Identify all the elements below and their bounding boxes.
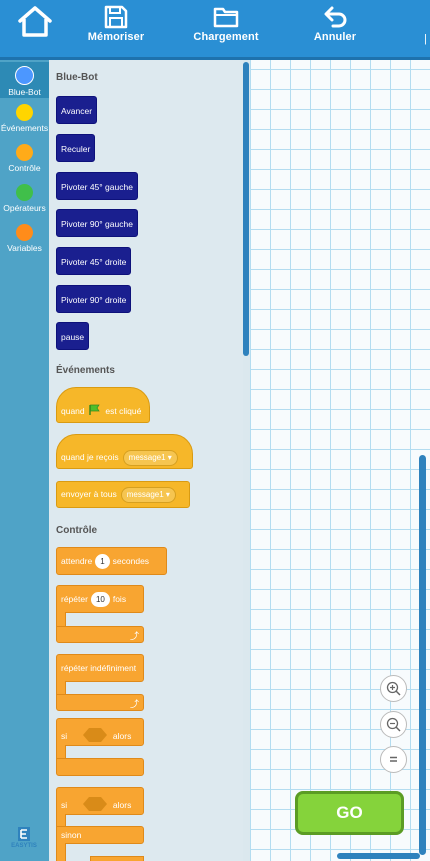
category-dot-icon [15, 66, 34, 85]
block-when-flag-clicked[interactable]: quand est cliqué [56, 387, 150, 423]
green-flag-icon [89, 404, 100, 415]
dropdown-value: message1 [126, 490, 164, 499]
category-dot-icon [16, 224, 33, 241]
forever-bottom: ⤴ [56, 694, 144, 711]
block-forward[interactable]: Avancer [56, 96, 98, 124]
block-text: alors [112, 731, 132, 741]
block-text: fois [112, 594, 127, 604]
block-text: quand je reçois [61, 452, 119, 462]
if-else-arm [56, 843, 66, 861]
message-dropdown[interactable]: message1 ▾ [120, 487, 176, 503]
block-text: si [61, 731, 68, 741]
go-button[interactable]: GO [295, 791, 404, 835]
section-title-control: Contrôle [56, 525, 98, 536]
save-icon [104, 5, 128, 29]
category-sidebar: Blue-Bot Événements Contrôle Opérateurs … [0, 60, 49, 861]
block-turn-left-45[interactable]: Pivoter 45° gauche [56, 172, 138, 200]
category-operators[interactable]: Opérateurs [0, 184, 49, 213]
section-title-events: Événements [56, 365, 115, 376]
load-label: Chargement [193, 31, 259, 43]
undo-button[interactable]: Annuler [310, 0, 360, 57]
logo-icon [18, 827, 30, 841]
top-toolbar: Mémoriser Chargement Annuler | [0, 0, 430, 60]
block-wait[interactable]: attendre 1 secondes [56, 547, 167, 575]
zoom-in-icon [386, 681, 401, 696]
block-forever[interactable]: répéter indéfiniment [56, 654, 144, 682]
workspace-horizontal-scrollbar[interactable] [337, 853, 420, 859]
block-if[interactable]: si alors [56, 718, 144, 746]
category-dot-icon [16, 104, 33, 121]
block-backward[interactable]: Reculer [56, 134, 96, 162]
block-when-i-receive[interactable]: quand je reçois message1 ▾ [56, 434, 193, 469]
undo-label: Annuler [313, 31, 357, 43]
category-label: Variables [7, 243, 42, 253]
block-pause[interactable]: pause [56, 322, 90, 350]
save-label: Mémoriser [87, 31, 145, 43]
palette-scrollbar-thumb[interactable] [243, 62, 249, 356]
if-bottom [56, 758, 144, 776]
if-else-next-block [90, 856, 144, 861]
repeat-count-input[interactable]: 10 [90, 592, 110, 607]
load-button[interactable]: Chargement [190, 0, 262, 57]
if-else-else-row: sinon [56, 826, 144, 844]
wait-seconds-input[interactable]: 1 [95, 554, 110, 569]
loop-arrow-icon: ⤴ [129, 631, 139, 641]
toolbar-divider: | [424, 33, 427, 45]
block-text: alors [112, 800, 132, 810]
script-workspace[interactable] [250, 60, 430, 861]
category-variables[interactable]: Variables [0, 224, 49, 253]
condition-slot[interactable] [82, 727, 108, 743]
condition-slot[interactable] [82, 796, 108, 812]
block-if-else[interactable]: si alors [56, 787, 144, 815]
loop-arrow-icon: ⤴ [129, 699, 139, 709]
palette-scrollbar[interactable] [243, 60, 250, 861]
block-broadcast[interactable]: envoyer à tous message1 ▾ [56, 481, 190, 508]
message-dropdown[interactable]: message1 ▾ [122, 450, 178, 466]
save-button[interactable]: Mémoriser [84, 0, 148, 57]
block-turn-right-45[interactable]: Pivoter 45° droite [56, 247, 132, 275]
block-text: quand [61, 406, 85, 416]
category-label: Événements [0, 123, 49, 133]
block-text: est cliqué [105, 406, 142, 416]
section-title-bluebot: Blue-Bot [56, 72, 98, 83]
undo-icon [324, 6, 347, 28]
category-label: Blue-Bot [8, 87, 41, 97]
block-repeat[interactable]: répéter 10 fois [56, 585, 144, 613]
block-text: attendre [61, 556, 93, 566]
home-icon [18, 6, 52, 37]
block-turn-right-90[interactable]: Pivoter 90° droite [56, 285, 132, 313]
block-text: sinon [61, 830, 82, 840]
category-dot-icon [16, 144, 33, 161]
zoom-reset-button[interactable] [380, 746, 407, 773]
zoom-out-button[interactable] [380, 711, 407, 738]
workspace-vertical-scrollbar[interactable] [419, 455, 426, 855]
zoom-in-button[interactable] [380, 675, 407, 702]
category-dot-icon [16, 184, 33, 201]
if-arm [56, 745, 66, 759]
dropdown-value: message1 [128, 453, 166, 462]
equals-icon [390, 756, 397, 762]
category-label: Contrôle [8, 163, 41, 173]
forever-arm [56, 681, 66, 695]
category-bluebot[interactable]: Blue-Bot [0, 62, 49, 98]
block-text: répéter [61, 594, 88, 604]
block-text: répéter indéfiniment [61, 663, 137, 673]
logo-text: EASYTIS [11, 843, 37, 849]
repeat-bottom: ⤴ [56, 626, 144, 643]
easytis-logo: EASYTIS [6, 826, 42, 849]
block-text: envoyer à tous [61, 489, 117, 499]
block-turn-left-90[interactable]: Pivoter 90° gauche [56, 209, 138, 237]
home-button[interactable] [13, 0, 57, 57]
category-events[interactable]: Événements [0, 104, 49, 133]
block-text: secondes [112, 556, 150, 566]
category-label: Opérateurs [3, 203, 46, 213]
zoom-out-icon [386, 717, 401, 732]
block-text: si [61, 800, 68, 810]
folder-icon [213, 7, 239, 28]
category-control[interactable]: Contrôle [0, 144, 49, 173]
